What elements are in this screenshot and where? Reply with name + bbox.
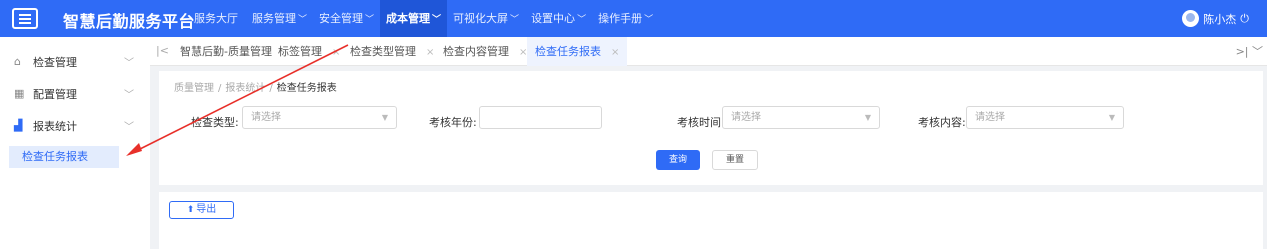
tab-inspection-content-management[interactable]: 检查内容管理 ×	[435, 37, 535, 66]
nav-item-service-management[interactable]: 服务管理 ﹀	[246, 0, 313, 37]
nav-item-user-manual[interactable]: 操作手册 ﹀	[592, 0, 659, 37]
query-button[interactable]: 查询	[656, 150, 700, 170]
chevron-down-icon: ﹀	[124, 122, 134, 133]
assessment-content-select[interactable]: 请选择 ▼	[966, 106, 1124, 129]
assessment-year-input[interactable]	[479, 106, 602, 129]
tab-inspection-task-report[interactable]: 检查任务报表 ×	[527, 37, 628, 66]
home-icon: ⌂	[14, 55, 21, 68]
main-nav: 服务大厅 服务管理 ﹀ 安全管理 ﹀ 成本管理 ﹀ 可视化大屏 ﹀ 设置中心 ﹀ 操作手册…	[188, 0, 659, 37]
sidebar-item-inspection-management[interactable]: ⌂ 检查管理 ﹀	[0, 45, 150, 77]
sidebar-item-label: 报表统计	[33, 120, 77, 133]
result-panel: ⬆ 导出	[159, 192, 1263, 249]
top-nav-bar: 智慧后勤服务平台 服务大厅 服务管理 ﹀ 安全管理 ﹀ 成本管理 ﹀ 可视化大屏 ﹀ 设…	[0, 0, 1267, 37]
nav-item-settings-center[interactable]: 设置中心 ﹀	[525, 0, 592, 37]
avatar[interactable]	[1182, 10, 1200, 27]
bar-chart-icon: ▟	[14, 119, 23, 132]
tab-scroll-left-icon[interactable]: |<	[156, 44, 169, 57]
assessment-year-label: 考核年份:	[429, 116, 477, 129]
nav-item-cost-management[interactable]: 成本管理 ﹀	[380, 0, 448, 37]
export-button[interactable]: ⬆ 导出	[169, 201, 234, 219]
chevron-down-icon: ﹀	[577, 15, 587, 25]
user-name: 陈小杰	[1203, 12, 1237, 26]
sidebar-item-label: 检查管理	[33, 56, 77, 69]
grid-icon: ▦	[14, 87, 25, 100]
sidebar: ⌂ 检查管理 ﹀ ▦ 配置管理 ﹀ ▟ 报表统计 ﹀ 检查任务报表	[0, 37, 150, 249]
reset-button[interactable]: 重置	[712, 150, 758, 170]
close-icon: ×	[332, 47, 341, 58]
export-icon: ⬆	[186, 205, 195, 215]
inspection-type-select[interactable]: 请选择 ▼	[242, 106, 397, 129]
chevron-down-icon: ﹀	[124, 90, 134, 101]
chevron-down-icon: ﹀	[365, 15, 375, 25]
filter-panel: 质量管理 / 报表统计 / 检查任务报表 检查类型: 请选择 ▼ 考核年份: 考核时间 …	[159, 71, 1263, 185]
tab-bar: |< 智慧后勤-质量管理 标签管理 × 检查类型管理 × 检查内容管理 × 检查任务报…	[150, 37, 1267, 66]
app-title: 智慧后勤服务平台	[63, 12, 196, 31]
assessment-time-label: 考核时间	[677, 116, 721, 129]
close-icon: ×	[426, 47, 435, 58]
dropdown-arrow-icon: ▼	[381, 113, 388, 122]
nav-item-safety-management[interactable]: 安全管理 ﹀	[313, 0, 380, 37]
tab-tag-management[interactable]: 标签管理 ×	[270, 37, 348, 66]
nav-item-visual-screen[interactable]: 可视化大屏 ﹀	[447, 0, 525, 37]
menu-logo-icon[interactable]	[12, 8, 38, 29]
close-icon: ×	[611, 47, 620, 58]
tab-inspection-type-management[interactable]: 检查类型管理 ×	[342, 37, 442, 66]
sidebar-item-config-management[interactable]: ▦ 配置管理 ﹀	[0, 77, 150, 109]
chevron-down-icon: ﹀	[432, 15, 442, 25]
tab-scroll-right-icon[interactable]: >| ﹀	[1236, 43, 1263, 59]
dropdown-arrow-icon: ▼	[864, 113, 871, 122]
sidebar-subitem-inspection-task-report[interactable]: 检查任务报表	[9, 146, 119, 168]
user-menu[interactable]: 陈小杰 ⏻	[1182, 10, 1249, 27]
assessment-content-label: 考核内容:	[918, 116, 966, 129]
sidebar-item-report-statistics[interactable]: ▟ 报表统计 ﹀	[0, 109, 150, 141]
chevron-down-icon: ﹀	[510, 15, 520, 25]
power-icon[interactable]: ⏻	[1240, 12, 1249, 26]
dropdown-arrow-icon: ▼	[1108, 113, 1115, 122]
tab-quality-management[interactable]: 智慧后勤-质量管理	[172, 37, 280, 66]
breadcrumb: 质量管理 / 报表统计 / 检查任务报表	[174, 83, 337, 94]
sidebar-item-label: 配置管理	[33, 88, 77, 101]
nav-item-service-hall[interactable]: 服务大厅	[188, 0, 246, 37]
assessment-time-select[interactable]: 请选择 ▼	[722, 106, 880, 129]
chevron-down-icon: ﹀	[124, 58, 134, 69]
inspection-type-label: 检查类型:	[191, 116, 239, 129]
chevron-down-icon: ﹀	[644, 15, 654, 25]
chevron-down-icon: ﹀	[298, 15, 308, 25]
